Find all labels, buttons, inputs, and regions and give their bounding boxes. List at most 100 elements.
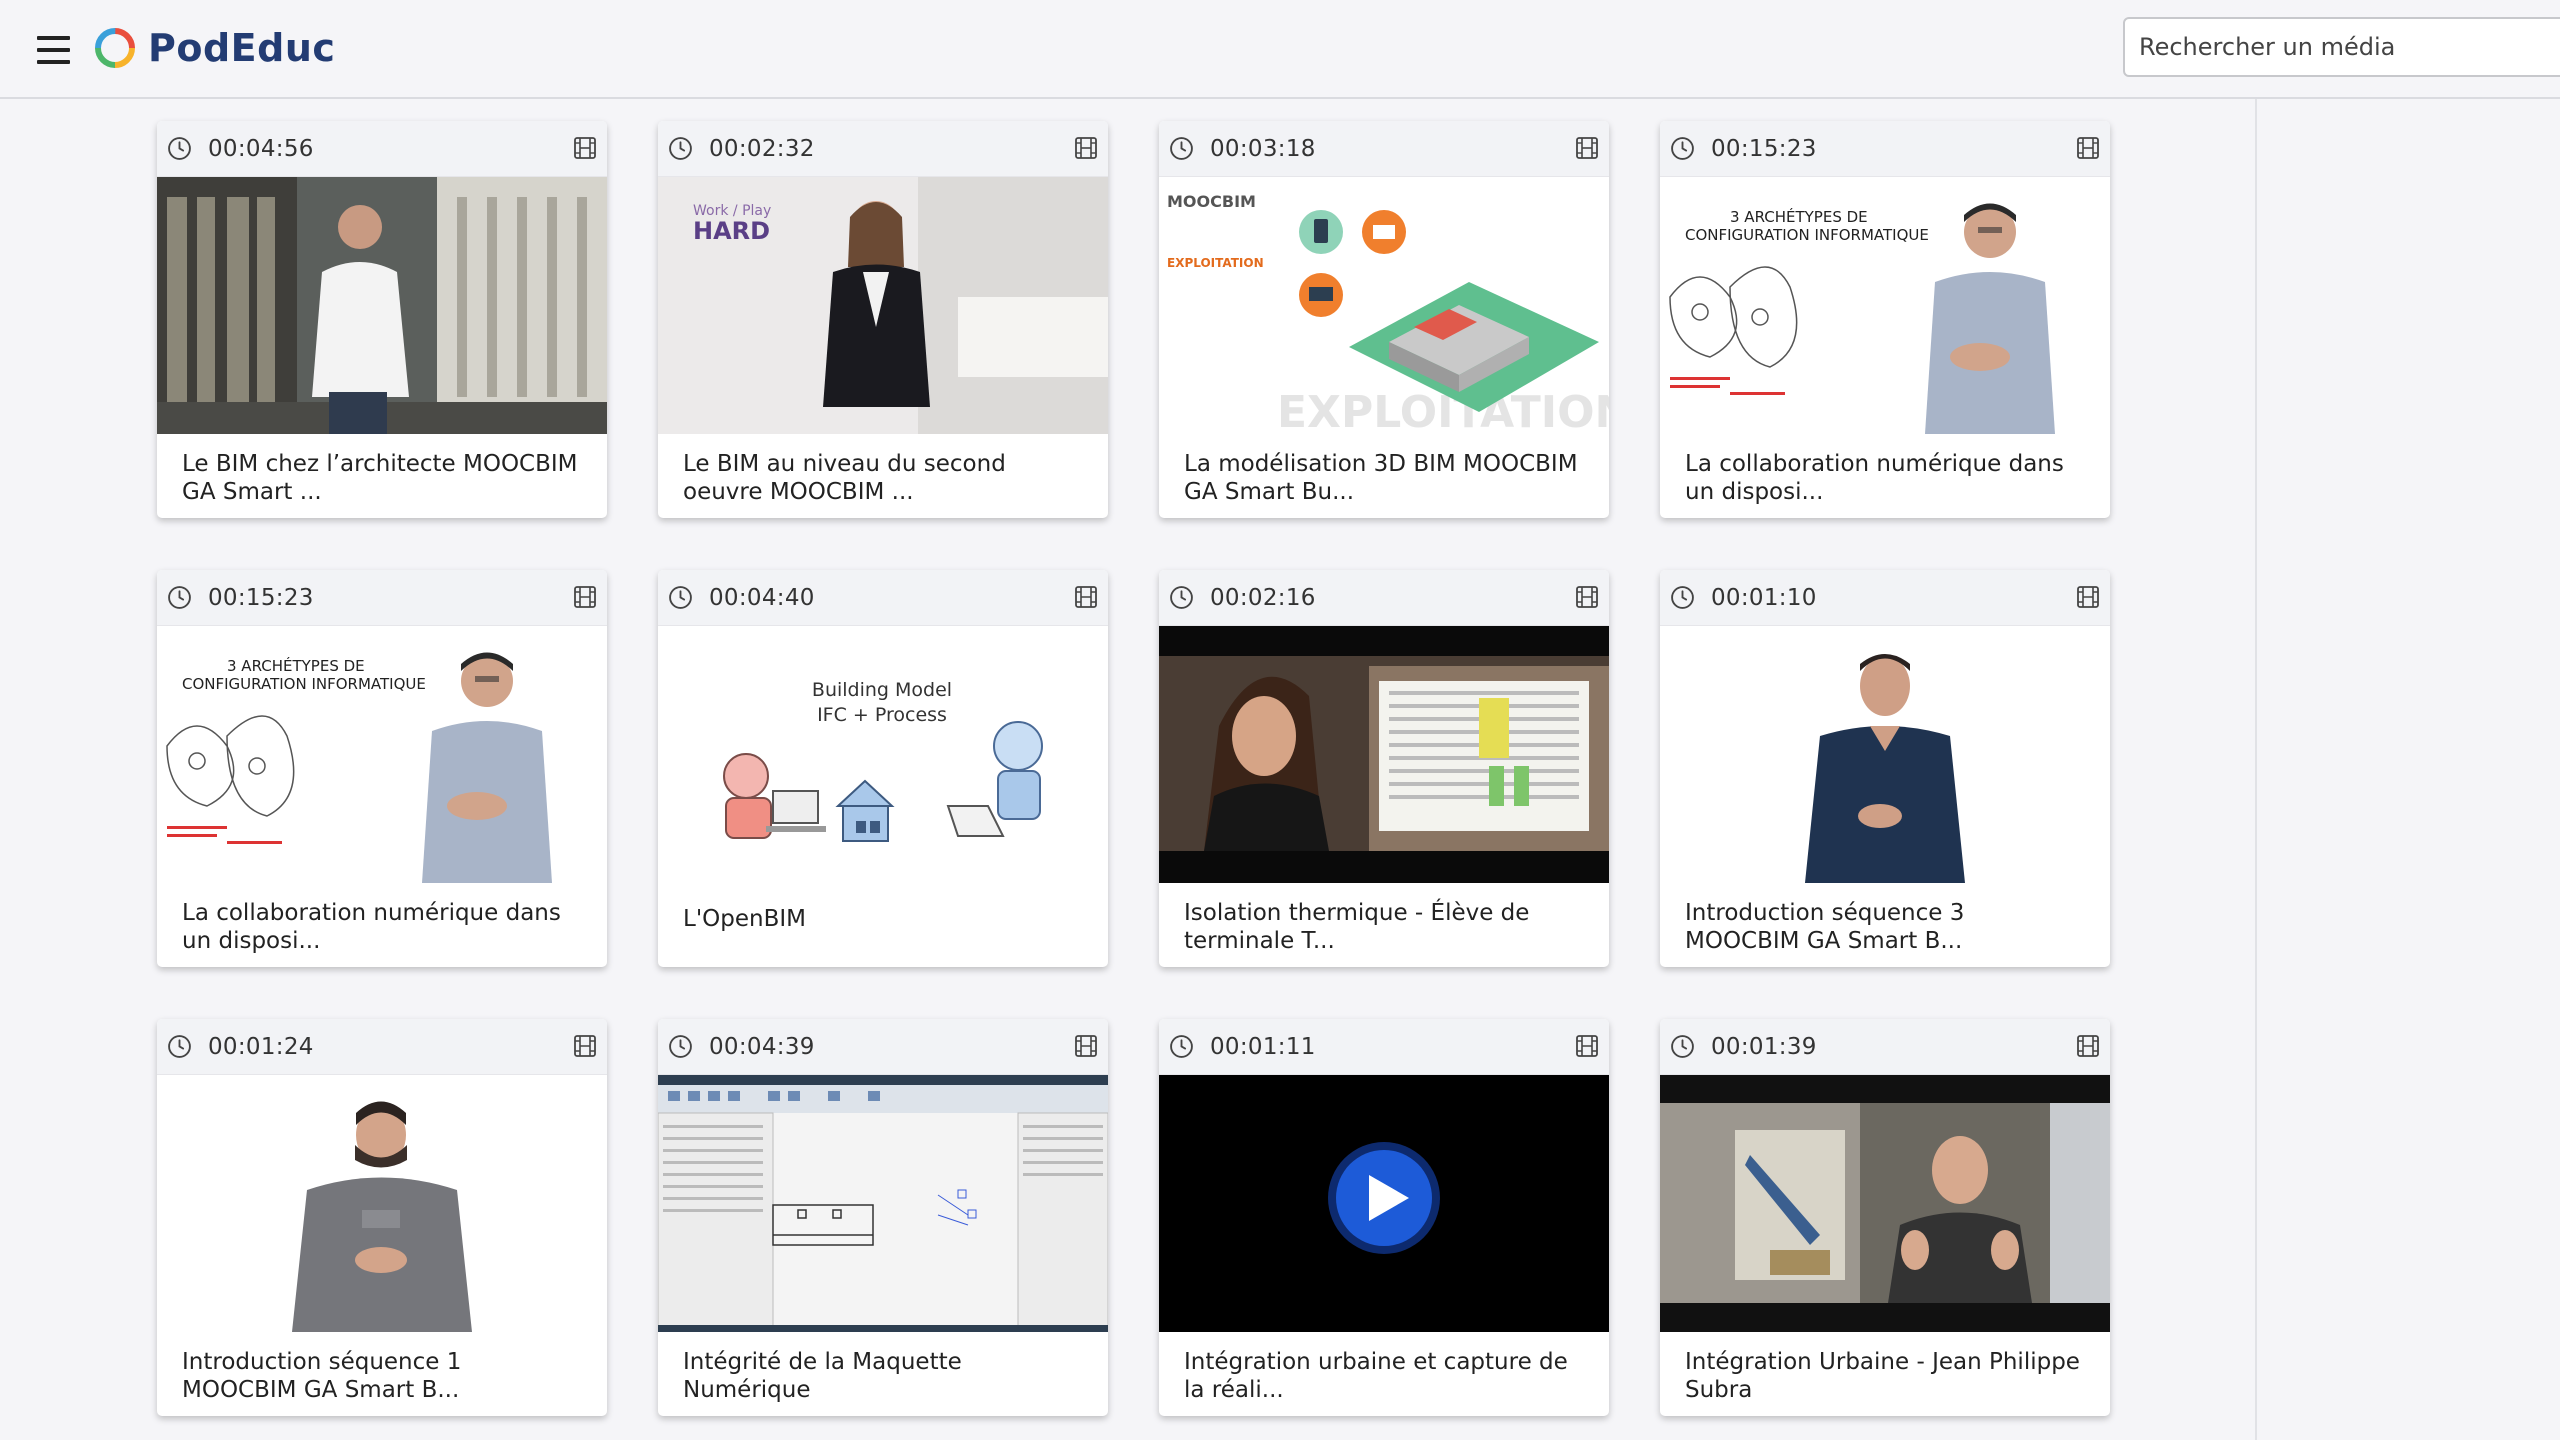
video-title[interactable]: Intégrité de la Maquette Numérique	[658, 1332, 1108, 1404]
video-thumbnail[interactable]: MOOCBIM EXPLOITATION EXPLOITATION	[1159, 177, 1609, 434]
video-card-header: 00:04:39	[658, 1019, 1108, 1075]
svg-text:3 ARCHÉTYPES DE: 3 ARCHÉTYPES DE	[1730, 207, 1868, 226]
svg-text:CONFIGURATION INFORMATIQUE: CONFIGURATION INFORMATIQUE	[182, 675, 426, 693]
video-card-header: 00:02:16	[1159, 570, 1609, 626]
clock-icon	[669, 137, 692, 160]
video-card[interactable]: 00:15:23 3 ARCHÉTYPES DE CONFIGURATION I…	[157, 570, 607, 967]
video-thumbnail[interactable]: 3 ARCHÉTYPES DE CONFIGURATION INFORMATIQ…	[1660, 177, 2110, 434]
video-duration: 00:04:40	[709, 584, 815, 611]
film-icon	[574, 586, 596, 608]
film-icon	[2077, 137, 2099, 159]
film-icon	[1576, 586, 1598, 608]
video-title[interactable]: La collaboration numérique dans un dispo…	[1660, 434, 2110, 506]
video-thumbnail[interactable]: Building Model IFC + Process	[658, 626, 1108, 883]
video-title[interactable]: Introduction séquence 3 MOOCBIM GA Smart…	[1660, 883, 2110, 955]
svg-text:CONFIGURATION INFORMATIQUE: CONFIGURATION INFORMATIQUE	[1685, 226, 1929, 244]
logo-ring-icon	[95, 28, 135, 68]
hamburger-menu-icon[interactable]	[37, 36, 70, 64]
film-icon	[2077, 1035, 2099, 1057]
film-icon	[1075, 137, 1097, 159]
svg-text:HARD: HARD	[693, 217, 770, 245]
search-input[interactable]	[2123, 17, 2560, 77]
video-card-header: 00:03:18	[1159, 121, 1609, 177]
video-thumbnail[interactable]: Work / Play HARD	[658, 177, 1108, 434]
video-card-header: 00:01:11	[1159, 1019, 1609, 1075]
site-logo[interactable]: PodEduc	[92, 22, 335, 74]
video-card-header: 00:01:24	[157, 1019, 607, 1075]
video-card[interactable]: 00:03:18 MOOCBIM EXPLOITATION EXPLOITATI…	[1159, 121, 1609, 518]
film-icon	[1576, 137, 1598, 159]
clock-icon	[168, 1035, 191, 1058]
video-title[interactable]: La modélisation 3D BIM MOOCBIM GA Smart …	[1159, 434, 1609, 506]
svg-text:IFC + Process: IFC + Process	[817, 704, 947, 726]
video-duration: 00:01:11	[1210, 1033, 1316, 1060]
video-title[interactable]: L'OpenBIM	[658, 883, 1108, 933]
video-thumbnail[interactable]	[157, 177, 607, 434]
video-card-header: 00:04:40	[658, 570, 1108, 626]
video-thumbnail[interactable]	[1660, 626, 2110, 883]
site-name: PodEduc	[148, 26, 336, 70]
svg-text:MOOCBIM: MOOCBIM	[1167, 192, 1256, 211]
clock-icon	[1170, 586, 1193, 609]
svg-text:EXPLOITATION: EXPLOITATION	[1167, 256, 1264, 270]
video-thumbnail[interactable]	[1159, 1075, 1609, 1332]
video-title[interactable]: Isolation thermique - Élève de terminale…	[1159, 883, 1609, 955]
clock-icon	[168, 586, 191, 609]
clock-icon	[1170, 137, 1193, 160]
video-duration: 00:03:18	[1210, 135, 1316, 162]
video-duration: 00:04:56	[208, 135, 314, 162]
video-title[interactable]: Le BIM chez l’architecte MOOCBIM GA Smar…	[157, 434, 607, 506]
video-card[interactable]: 00:04:39 Intégrité de la Maquette Numéri…	[658, 1019, 1108, 1416]
svg-text:Building Model: Building Model	[812, 679, 952, 701]
video-thumbnail[interactable]	[658, 1075, 1108, 1332]
video-thumbnail[interactable]	[1159, 626, 1609, 883]
video-thumbnail[interactable]	[1660, 1075, 2110, 1332]
clock-icon	[1671, 137, 1694, 160]
video-card[interactable]: 00:02:16 Isolation thermique - Élève de …	[1159, 570, 1609, 967]
film-icon	[1075, 586, 1097, 608]
clock-icon	[669, 586, 692, 609]
film-icon	[1576, 1035, 1598, 1057]
video-card-header: 00:02:32	[658, 121, 1108, 177]
video-card[interactable]: 00:04:56 Le BIM chez l’architecte MOOCBI…	[157, 121, 607, 518]
clock-icon	[669, 1035, 692, 1058]
video-title[interactable]: Intégration Urbaine - Jean Philippe Subr…	[1660, 1332, 2110, 1404]
video-thumbnail[interactable]	[157, 1075, 607, 1332]
video-card[interactable]: 00:15:23 3 ARCHÉTYPES DE CONFIGURATION I…	[1660, 121, 2110, 518]
clock-icon	[1671, 1035, 1694, 1058]
video-thumbnail[interactable]: 3 ARCHÉTYPES DE CONFIGURATION INFORMATIQ…	[157, 626, 607, 883]
video-duration: 00:01:24	[208, 1033, 314, 1060]
film-icon	[1075, 1035, 1097, 1057]
video-grid: 00:04:56 Le BIM chez l’architecte MOOCBI…	[157, 121, 2110, 1416]
video-title[interactable]: Intégration urbaine et capture de la réa…	[1159, 1332, 1609, 1404]
svg-text:3 ARCHÉTYPES DE: 3 ARCHÉTYPES DE	[227, 656, 365, 675]
video-card[interactable]: 00:04:40 Building Model IFC + Process L'…	[658, 570, 1108, 967]
film-icon	[574, 137, 596, 159]
svg-text:EXPLOITATION: EXPLOITATION	[1277, 387, 1609, 434]
video-card[interactable]: 00:01:24 Introduction séquence 1 MOOCBIM…	[157, 1019, 607, 1416]
film-icon	[2077, 586, 2099, 608]
video-card-header: 00:15:23	[1660, 121, 2110, 177]
video-title[interactable]: Le BIM au niveau du second oeuvre MOOCBI…	[658, 434, 1108, 506]
video-card-header: 00:04:56	[157, 121, 607, 177]
film-icon	[574, 1035, 596, 1057]
video-card-header: 00:01:39	[1660, 1019, 2110, 1075]
video-card-header: 00:15:23	[157, 570, 607, 626]
video-duration: 00:15:23	[208, 584, 314, 611]
clock-icon	[1671, 586, 1694, 609]
video-card[interactable]: 00:01:10 Introduction séquence 3 MOOCBIM…	[1660, 570, 2110, 967]
video-duration: 00:02:32	[709, 135, 815, 162]
video-duration: 00:04:39	[709, 1033, 815, 1060]
clock-icon	[168, 137, 191, 160]
video-card[interactable]: 00:01:39 Intégration Urbaine - Jean Phil…	[1660, 1019, 2110, 1416]
video-duration: 00:15:23	[1711, 135, 1817, 162]
top-bar: PodEduc	[0, 0, 2560, 99]
video-card-header: 00:01:10	[1660, 570, 2110, 626]
video-duration: 00:01:10	[1711, 584, 1817, 611]
video-duration: 00:02:16	[1210, 584, 1316, 611]
video-title[interactable]: La collaboration numérique dans un dispo…	[157, 883, 607, 955]
video-card[interactable]: 00:02:32 Work / Play HARD Le BIM au nive…	[658, 121, 1108, 518]
video-duration: 00:01:39	[1711, 1033, 1817, 1060]
video-card[interactable]: 00:01:11 Intégration urbaine et capture …	[1159, 1019, 1609, 1416]
video-title[interactable]: Introduction séquence 1 MOOCBIM GA Smart…	[157, 1332, 607, 1404]
